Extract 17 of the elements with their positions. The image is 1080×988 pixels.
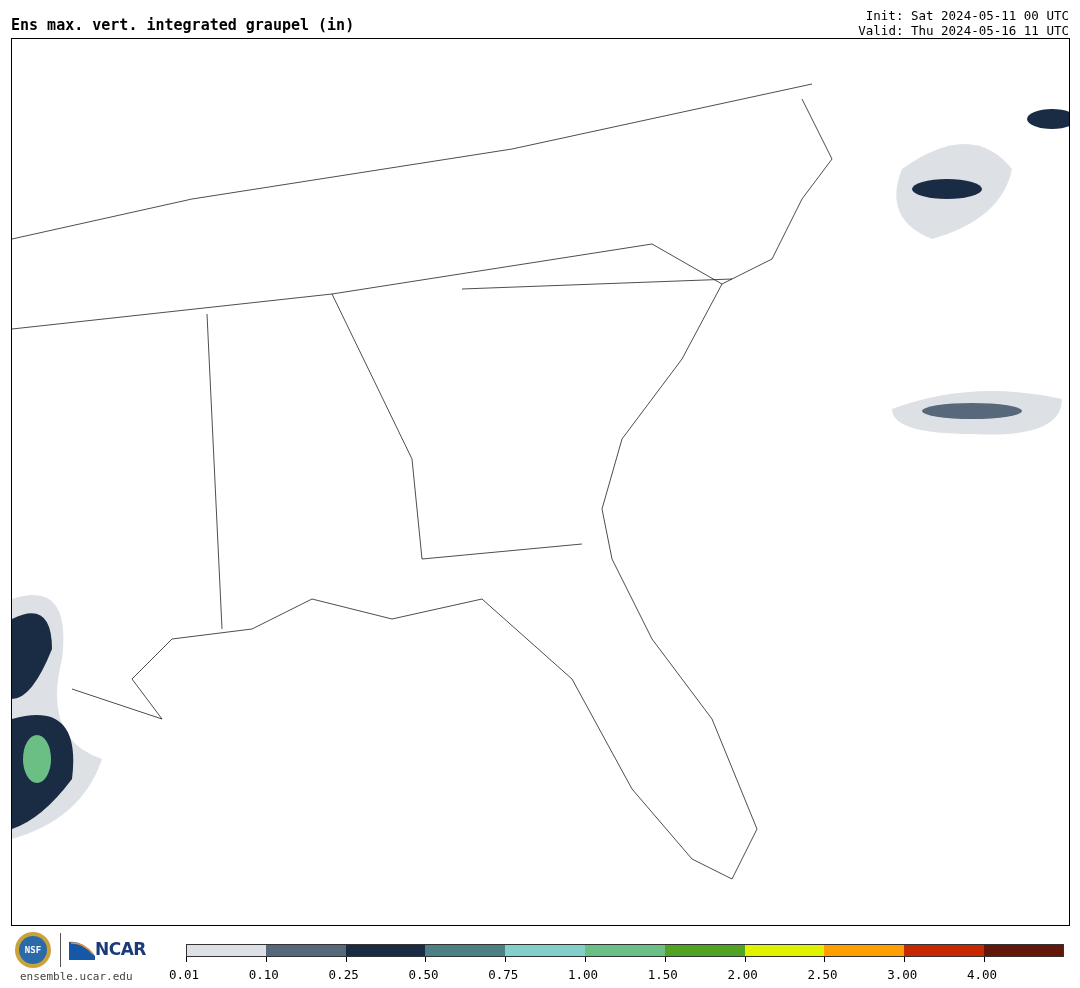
legend-label: 0.75 bbox=[488, 967, 519, 982]
legend-label: 0.25 bbox=[328, 967, 359, 982]
legend-label: 4.00 bbox=[966, 967, 998, 982]
legend-label: 2.00 bbox=[727, 967, 758, 982]
legend-label: 1.50 bbox=[647, 967, 678, 982]
ncar-logo: NCAR bbox=[69, 937, 146, 963]
legend-label: 0.50 bbox=[408, 967, 439, 982]
nsf-logo: NSF bbox=[14, 931, 52, 969]
website-url: ensemble.ucar.edu bbox=[20, 969, 134, 985]
chart-title: Ens max. vert. integrated graupel (in) bbox=[11, 18, 355, 36]
legend-label: 0.01 bbox=[169, 967, 200, 982]
valid-time: Valid: Thu 2024-05-16 11 UTC bbox=[858, 23, 1069, 38]
legend-label: 1.00 bbox=[568, 967, 599, 982]
legend-label: 3.00 bbox=[887, 967, 918, 982]
init-time: Init: Sat 2024-05-11 00 UTC bbox=[864, 8, 1069, 23]
legend-label: 0.10 bbox=[248, 967, 279, 982]
legend-label: 2.50 bbox=[807, 967, 838, 982]
